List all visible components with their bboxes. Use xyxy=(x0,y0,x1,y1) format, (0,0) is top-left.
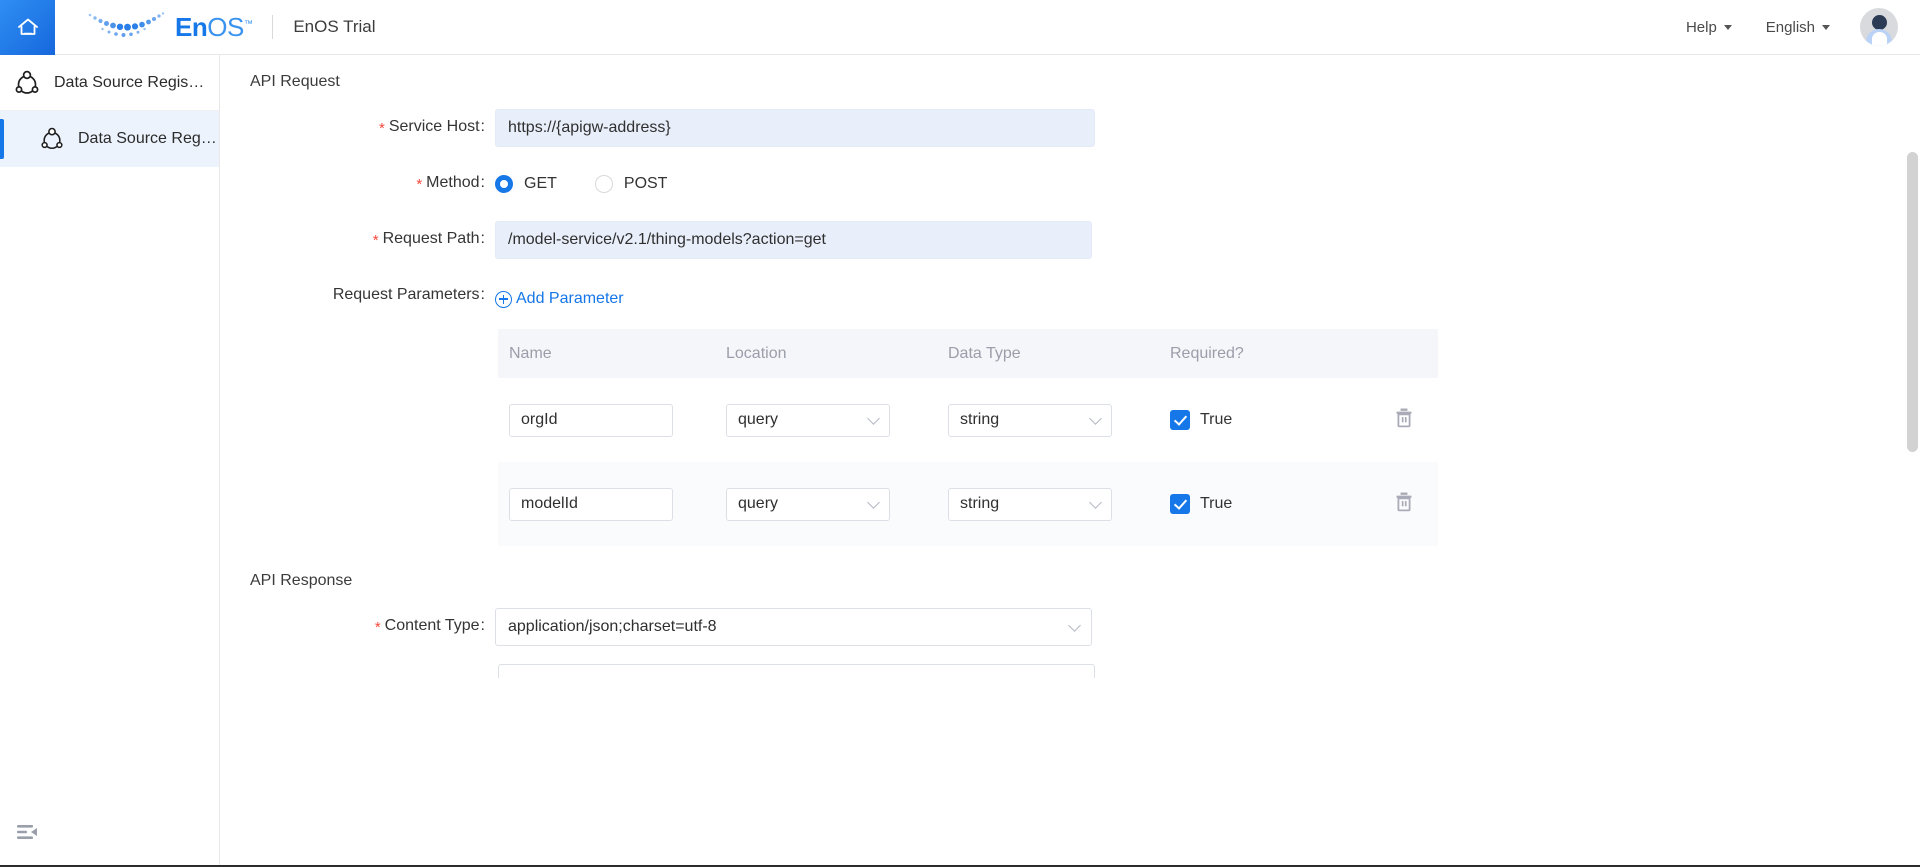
param-location-select[interactable]: query xyxy=(726,488,890,521)
vertical-scrollbar-thumb[interactable] xyxy=(1907,152,1918,452)
table-row: modelId query string True xyxy=(498,462,1438,546)
trash-icon[interactable] xyxy=(1394,407,1414,433)
add-parameter-button[interactable]: Add Parameter xyxy=(495,277,624,315)
param-name-input[interactable]: modelId xyxy=(509,488,673,521)
content-type-select[interactable]: application/json;charset=utf-8 xyxy=(495,608,1092,646)
next-field-partial[interactable] xyxy=(498,664,1095,678)
chevron-down-icon xyxy=(1724,25,1732,30)
chevron-down-icon xyxy=(1089,496,1102,509)
param-required-checkbox[interactable]: True xyxy=(1170,410,1370,430)
request-parameters-label-text: Request Parameters xyxy=(333,286,480,303)
param-data-type-select[interactable]: string xyxy=(948,404,1112,437)
required-asterisk: * xyxy=(379,120,385,137)
logo-text-en: En xyxy=(175,12,207,42)
logo-text-os: OS xyxy=(207,12,244,42)
add-parameter-label: Add Parameter xyxy=(516,290,624,308)
required-asterisk: * xyxy=(375,619,381,636)
param-location-select[interactable]: query xyxy=(726,404,890,437)
data-source-icon xyxy=(40,127,64,151)
param-location-value: query xyxy=(738,411,778,429)
avatar-head xyxy=(1872,15,1887,30)
column-header-name: Name xyxy=(498,345,726,363)
home-button[interactable] xyxy=(0,0,55,55)
form-row-request-parameters: Request Parameters: Add Parameter xyxy=(220,277,1920,315)
content-type-label-text: Content Type xyxy=(385,617,480,634)
param-data-type-value: string xyxy=(960,495,999,513)
request-path-input[interactable]: /model-service/v2.1/thing-models?action=… xyxy=(495,221,1092,259)
table-header-row: Name Location Data Type Required? xyxy=(498,329,1438,378)
language-label: English xyxy=(1766,19,1815,36)
required-asterisk: * xyxy=(416,176,422,193)
method-radio-get-label: GET xyxy=(524,175,557,193)
enos-logo-mark-icon xyxy=(85,8,169,47)
method-label: *Method: xyxy=(220,165,495,192)
checkbox-checked-icon xyxy=(1170,494,1190,514)
method-radio-post[interactable]: POST xyxy=(595,175,668,193)
column-header-required: Required? xyxy=(1170,345,1370,363)
request-path-label-text: Request Path xyxy=(383,230,480,247)
help-label: Help xyxy=(1686,19,1717,36)
help-menu[interactable]: Help xyxy=(1686,19,1732,36)
chevron-down-icon xyxy=(1089,412,1102,425)
form-row-content-type: *Content Type: application/json;charset=… xyxy=(220,608,1920,646)
request-parameters-label: Request Parameters: xyxy=(220,277,495,304)
method-label-text: Method xyxy=(426,174,479,191)
method-radio-group: GET POST xyxy=(495,165,705,203)
method-radio-post-label: POST xyxy=(624,175,668,193)
sidebar-item-label: Data Source Registration xyxy=(54,74,206,92)
home-icon xyxy=(15,15,41,39)
checkbox-checked-icon xyxy=(1170,410,1190,430)
param-data-type-value: string xyxy=(960,411,999,429)
sidebar: Data Source Registration Data Source Reg… xyxy=(0,55,220,867)
sidebar-collapse-icon[interactable] xyxy=(16,822,38,847)
param-required-label: True xyxy=(1200,495,1232,513)
api-response-section-title: API Response xyxy=(250,572,1920,590)
form-row-request-path: *Request Path: /model-service/v2.1/thing… xyxy=(220,221,1920,259)
content-type-value: application/json;charset=utf-8 xyxy=(508,618,717,636)
param-location-value: query xyxy=(738,495,778,513)
radio-unselected-icon xyxy=(595,175,613,193)
header-actions: Help English xyxy=(1652,0,1898,55)
param-required-label: True xyxy=(1200,411,1232,429)
brand-divider xyxy=(272,15,273,39)
content-type-label: *Content Type: xyxy=(220,608,495,635)
tenant-name: EnOS Trial xyxy=(293,17,375,37)
form-row-service-host: *Service Host: https://{apigw-address} xyxy=(220,109,1920,147)
column-header-data-type: Data Type xyxy=(948,345,1170,363)
enos-logo[interactable]: EnOS™ xyxy=(85,8,252,47)
enos-wordmark: EnOS™ xyxy=(175,14,252,40)
service-host-label: *Service Host: xyxy=(220,109,495,136)
column-header-location: Location xyxy=(726,345,948,363)
parameters-table: Name Location Data Type Required? orgId … xyxy=(498,329,1438,546)
service-host-label-text: Service Host xyxy=(389,118,480,135)
language-menu[interactable]: English xyxy=(1766,19,1830,36)
chevron-down-icon xyxy=(867,412,880,425)
param-required-checkbox[interactable]: True xyxy=(1170,494,1370,514)
avatar-body xyxy=(1866,29,1892,46)
chevron-down-icon xyxy=(1068,619,1081,632)
request-path-label: *Request Path: xyxy=(220,221,495,248)
radio-selected-icon xyxy=(495,175,513,193)
avatar[interactable] xyxy=(1860,8,1898,46)
table-row: orgId query string True xyxy=(498,378,1438,462)
sidebar-subitem-data-source-registration[interactable]: Data Source Registration xyxy=(0,111,219,167)
method-radio-get[interactable]: GET xyxy=(495,175,557,193)
plus-circle-icon xyxy=(495,291,512,308)
trash-icon[interactable] xyxy=(1394,491,1414,517)
sidebar-item-data-source-registration[interactable]: Data Source Registration xyxy=(0,55,219,111)
api-request-section-title: API Request xyxy=(250,73,1920,91)
param-data-type-select[interactable]: string xyxy=(948,488,1112,521)
app-header: EnOS™ EnOS Trial Help English xyxy=(0,0,1920,55)
form-row-method: *Method: GET POST xyxy=(220,165,1920,203)
logo-trademark: ™ xyxy=(244,18,253,28)
main-content: API Request *Service Host: https://{apig… xyxy=(220,55,1920,867)
param-name-input[interactable]: orgId xyxy=(509,404,673,437)
service-host-input[interactable]: https://{apigw-address} xyxy=(495,109,1095,147)
chevron-down-icon xyxy=(867,496,880,509)
sidebar-item-label: Data Source Registration xyxy=(78,130,219,148)
required-asterisk: * xyxy=(373,232,379,249)
data-source-icon xyxy=(14,70,40,96)
brand-zone: EnOS™ EnOS Trial xyxy=(85,0,376,55)
chevron-down-icon xyxy=(1822,25,1830,30)
